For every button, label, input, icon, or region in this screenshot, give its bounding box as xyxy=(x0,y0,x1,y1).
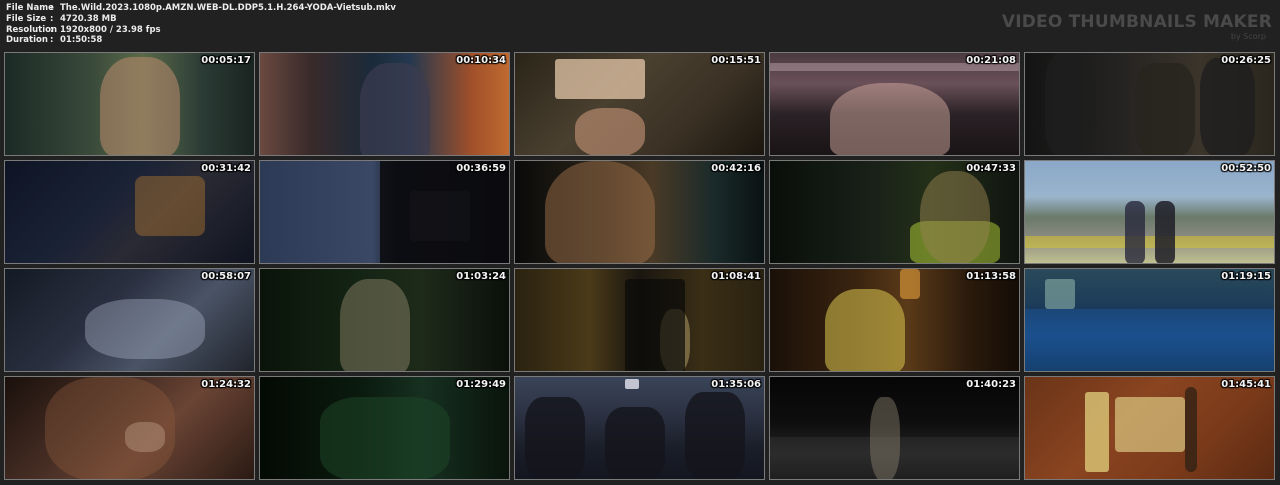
scene-shape xyxy=(870,397,900,479)
video-thumbnail: 00:52:50 xyxy=(1024,160,1275,264)
video-thumbnail: 01:03:24 xyxy=(259,268,510,372)
scene-shape xyxy=(100,57,180,155)
timestamp-label: 00:21:08 xyxy=(966,55,1016,66)
scene-shape xyxy=(575,108,645,155)
timestamp-label: 00:42:16 xyxy=(711,163,761,174)
timestamp-label: 01:03:24 xyxy=(456,271,506,282)
scene-shape xyxy=(1045,53,1095,155)
timestamp-label: 01:45:41 xyxy=(1221,379,1271,390)
timestamp-label: 01:40:23 xyxy=(966,379,1016,390)
timestamp-label: 00:05:17 xyxy=(201,55,251,66)
scene-shape xyxy=(340,279,410,371)
video-thumbnail: 00:10:34 xyxy=(259,52,510,156)
timestamp-label: 00:58:07 xyxy=(201,271,251,282)
scene-shape xyxy=(555,59,645,99)
timestamp-label: 01:19:15 xyxy=(1221,271,1271,282)
file-info-key: Duration xyxy=(6,35,48,46)
scene-shape xyxy=(380,161,509,263)
scene-shape xyxy=(825,289,905,371)
thumbnail-sheet: File Name : The.Wild.2023.1080p.AMZN.WEB… xyxy=(0,0,1280,485)
video-thumbnail: 00:42:16 xyxy=(514,160,765,264)
video-thumbnail: 00:58:07 xyxy=(4,268,255,372)
scene-shape xyxy=(1045,279,1075,309)
timestamp-label: 01:35:06 xyxy=(711,379,761,390)
file-info-separator: : xyxy=(50,24,54,35)
scene-shape xyxy=(1185,387,1197,472)
video-thumbnail: 01:08:41 xyxy=(514,268,765,372)
scene-shape xyxy=(1025,309,1274,371)
video-thumbnail: 00:36:59 xyxy=(259,160,510,264)
video-thumbnail: 00:31:42 xyxy=(4,160,255,264)
file-info-row-duration: Duration : 01:50:58 xyxy=(6,35,396,46)
timestamp-label: 01:08:41 xyxy=(711,271,761,282)
timestamp-label: 00:31:42 xyxy=(201,163,251,174)
file-info-separator: : xyxy=(50,3,54,13)
file-info-value: 4720.38 MB xyxy=(60,13,117,24)
scene-shape xyxy=(830,83,950,155)
scene-shape xyxy=(1155,201,1175,263)
scene-shape xyxy=(45,377,175,479)
scene-shape xyxy=(360,63,430,155)
scene-shape xyxy=(900,269,920,299)
brand-watermark: VIDEO THUMBNAILS MAKER by Scorp xyxy=(1001,12,1272,42)
timestamp-label: 00:26:25 xyxy=(1221,55,1271,66)
scene-shape xyxy=(920,171,990,263)
file-info-row-resolution: Resolution : 1920x800 / 23.98 fps xyxy=(6,25,396,36)
video-thumbnail: 01:24:32 xyxy=(4,376,255,480)
scene-shape xyxy=(1085,392,1109,472)
video-thumbnail: 01:45:41 xyxy=(1024,376,1275,480)
scene-shape xyxy=(625,379,639,389)
file-info-row-file-size: File Size : 4720.38 MB xyxy=(6,14,396,25)
video-thumbnail: 01:40:23 xyxy=(769,376,1020,480)
video-thumbnail: 00:21:08 xyxy=(769,52,1020,156)
brand-subtitle: by Scorp xyxy=(1230,32,1266,41)
scene-shape xyxy=(1135,63,1195,155)
scene-shape xyxy=(545,161,655,263)
file-info-key: File Size xyxy=(6,13,47,24)
video-thumbnail: 00:47:33 xyxy=(769,160,1020,264)
timestamp-label: 00:15:51 xyxy=(711,55,761,66)
brand-title: VIDEO THUMBNAILS MAKER xyxy=(1001,12,1272,32)
scene-shape xyxy=(625,279,685,371)
file-info-separator: : xyxy=(50,35,54,46)
scene-shape xyxy=(605,407,665,479)
video-thumbnail: 01:13:58 xyxy=(769,268,1020,372)
scene-shape xyxy=(1200,58,1255,155)
timestamp-label: 00:52:50 xyxy=(1221,163,1271,174)
video-thumbnail: 00:26:25 xyxy=(1024,52,1275,156)
thumbnail-grid: 00:05:17 00:10:34 00:15:51 00:21:08 00:2… xyxy=(4,52,1275,480)
file-info-panel: File Name : The.Wild.2023.1080p.AMZN.WEB… xyxy=(6,3,396,46)
timestamp-label: 01:13:58 xyxy=(966,271,1016,282)
file-info-value: 01:50:58 xyxy=(60,35,103,46)
timestamp-label: 01:29:49 xyxy=(456,379,506,390)
scene-shape xyxy=(525,397,585,479)
scene-shape xyxy=(1025,236,1274,248)
scene-shape xyxy=(1125,201,1145,263)
scene-shape xyxy=(85,299,205,359)
file-info-key: File Name xyxy=(6,3,54,13)
file-info-key: Resolution xyxy=(6,24,58,35)
scene-shape xyxy=(320,397,450,479)
scene-shape xyxy=(685,392,745,479)
timestamp-label: 00:47:33 xyxy=(966,163,1016,174)
video-thumbnail: 00:05:17 xyxy=(4,52,255,156)
scene-shape xyxy=(135,176,205,236)
timestamp-label: 00:36:59 xyxy=(456,163,506,174)
file-info-row-file-name: File Name : The.Wild.2023.1080p.AMZN.WEB… xyxy=(6,3,396,14)
video-thumbnail: 01:29:49 xyxy=(259,376,510,480)
file-info-separator: : xyxy=(50,13,54,24)
timestamp-label: 00:10:34 xyxy=(456,55,506,66)
video-thumbnail: 01:35:06 xyxy=(514,376,765,480)
file-info-value: The.Wild.2023.1080p.AMZN.WEB-DL.DDP5.1.H… xyxy=(60,3,396,13)
scene-shape xyxy=(1115,397,1185,452)
timestamp-label: 01:24:32 xyxy=(201,379,251,390)
file-info-value: 1920x800 / 23.98 fps xyxy=(60,24,161,35)
video-thumbnail: 00:15:51 xyxy=(514,52,765,156)
video-thumbnail: 01:19:15 xyxy=(1024,268,1275,372)
